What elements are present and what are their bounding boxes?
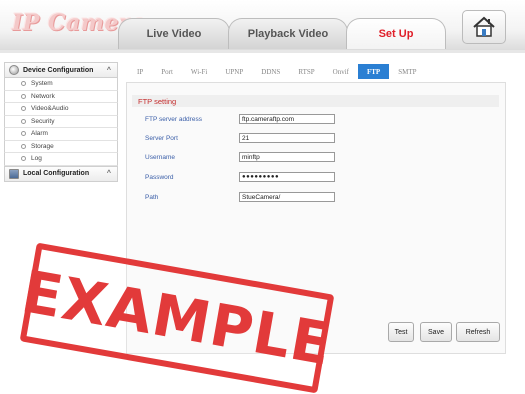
password-row: Password (145, 171, 335, 183)
bullet-icon (21, 93, 26, 99)
field-label: Password (145, 173, 174, 181)
field-label: FTP server address (145, 115, 202, 123)
sidebar-item-security[interactable]: Security (4, 115, 118, 128)
username-input[interactable] (239, 152, 335, 162)
subtab-port[interactable]: Port (152, 64, 182, 79)
sidebar-item-label: Log (31, 155, 42, 163)
sidebar-device-label: Device Configuration (23, 66, 94, 74)
collapse-caret-icon[interactable]: ^ (107, 67, 111, 74)
test-button[interactable]: Test (388, 322, 414, 342)
home-button[interactable] (462, 10, 506, 44)
sidebar-item-label: Storage (31, 142, 54, 150)
sidebar: Device Configuration ^ System Network Vi… (4, 62, 118, 182)
field-label: Path (145, 193, 159, 201)
sidebar-item-label: Alarm (31, 130, 48, 138)
section-title: FTP setting (132, 95, 499, 107)
home-icon (473, 16, 495, 37)
subtab-ddns[interactable]: DDNS (252, 64, 289, 79)
server-port-input[interactable] (239, 133, 335, 143)
sidebar-item-alarm[interactable]: Alarm (4, 128, 118, 141)
subtab-upnp[interactable]: UPNP (216, 64, 252, 79)
field-label: Username (145, 153, 175, 161)
sidebar-item-label: Video&Audio (31, 105, 69, 113)
subtab-onvif[interactable]: Onvif (324, 64, 358, 79)
bullet-icon (21, 156, 26, 161)
path-input[interactable] (239, 192, 335, 202)
sidebar-device-configuration[interactable]: Device Configuration ^ (4, 62, 118, 78)
sidebar-local-label: Local Configuration (23, 170, 90, 177)
sidebar-item-system[interactable]: System (4, 78, 118, 91)
bullet-icon (21, 106, 26, 111)
bullet-icon (21, 118, 26, 124)
local-config-icon (9, 168, 19, 179)
subtab-smtp[interactable]: SMTP (389, 64, 425, 79)
subtab-wifi[interactable]: Wi-Fi (182, 64, 216, 79)
subtab-ip[interactable]: IP (128, 64, 152, 79)
sidebar-item-log[interactable]: Log (4, 153, 118, 166)
username-row: Username (145, 151, 335, 163)
sidebar-local-configuration[interactable]: Local Configuration ^ (4, 165, 118, 182)
header-divider (0, 50, 525, 53)
sidebar-item-video-audio[interactable]: Video&Audio (4, 103, 118, 116)
network-subtabs: IP Port Wi-Fi UPNP DDNS RTSP Onvif FTP S… (128, 64, 426, 80)
tab-set-up[interactable]: Set Up (346, 18, 446, 49)
bullet-icon (21, 81, 26, 86)
tab-live-video[interactable]: Live Video (118, 18, 230, 49)
field-label: Server Port (145, 134, 178, 142)
device-config-icon (9, 65, 19, 75)
sidebar-item-network[interactable]: Network (4, 90, 118, 103)
subtab-ftp[interactable]: FTP (357, 64, 390, 79)
ftp-server-address-input[interactable] (239, 114, 335, 124)
subtab-rtsp[interactable]: RTSP (289, 64, 323, 79)
bullet-icon (21, 131, 26, 136)
save-button[interactable]: Save (420, 322, 452, 342)
sidebar-item-label: Security (31, 117, 55, 125)
ftp-server-row: FTP server address (145, 113, 335, 125)
refresh-button[interactable]: Refresh (456, 322, 500, 342)
bullet-icon (21, 143, 26, 149)
sidebar-item-label: System (31, 80, 53, 88)
server-port-row: Server Port (145, 132, 335, 144)
tab-playback-video[interactable]: Playback Video (228, 18, 348, 49)
sidebar-item-storage[interactable]: Storage (4, 140, 118, 153)
top-header: IP Camera Live Video Playback Video Set … (0, 0, 525, 50)
password-input[interactable] (239, 172, 335, 182)
collapse-caret-icon[interactable]: ^ (107, 170, 111, 177)
sidebar-item-label: Network (31, 92, 55, 100)
path-row: Path (145, 191, 335, 203)
